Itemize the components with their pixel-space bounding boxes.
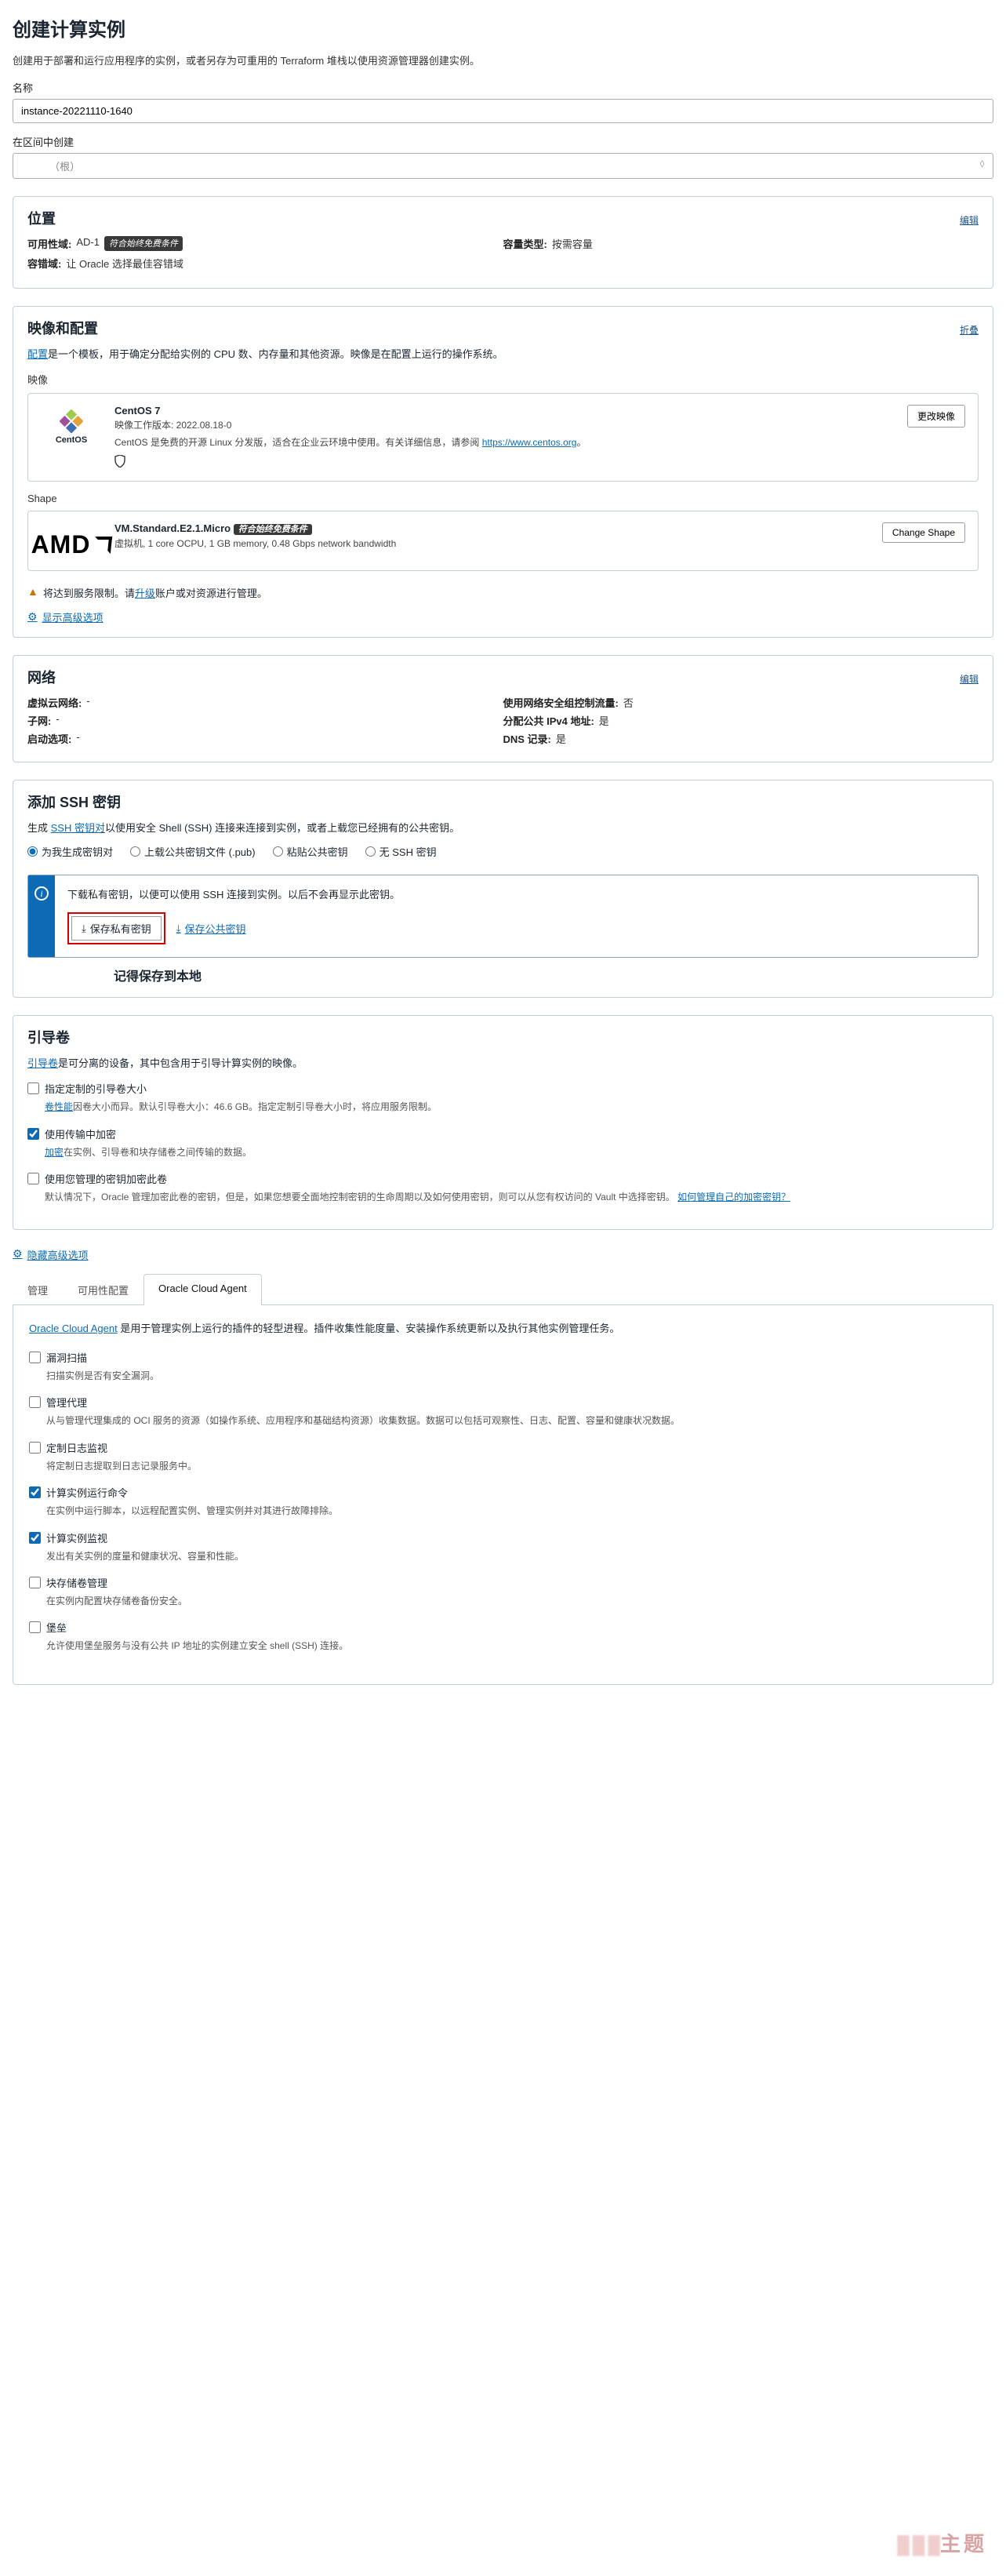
annotation-text: 记得保存到本地 bbox=[114, 966, 979, 984]
download-icon: ⤓ bbox=[82, 922, 86, 935]
shape-tile: AMD VM.Standard.E2.1.Micro 符合始终免费条件 虚拟机,… bbox=[27, 511, 979, 571]
agent-check-5[interactable]: 块存储卷管理 bbox=[29, 1575, 977, 1590]
image-collapse[interactable]: 折叠 bbox=[960, 323, 979, 337]
agent-check-2[interactable]: 定制日志监视 bbox=[29, 1440, 977, 1455]
download-icon: ⤓ bbox=[176, 922, 181, 935]
tab-panel-agent: Oracle Cloud Agent 是用于管理实例上运行的插件的轻型进程。插件… bbox=[13, 1305, 993, 1685]
shape-desc: 虚拟机, 1 core OCPU, 1 GB memory, 0.48 Gbps… bbox=[114, 537, 870, 550]
watermark: ███主题 bbox=[897, 2528, 987, 2557]
agent-check-3[interactable]: 计算实例运行命令 bbox=[29, 1485, 977, 1500]
shape-subhead: Shape bbox=[27, 493, 979, 504]
os-name: CentOS 7 bbox=[114, 405, 895, 417]
save-private-key-highlight: ⤓保存私有密钥 bbox=[67, 912, 165, 944]
hide-advanced-toggle[interactable]: ⚙隐藏高级选项 bbox=[13, 1247, 89, 1262]
network-title: 网络 bbox=[27, 667, 56, 687]
change-shape-button[interactable]: Change Shape bbox=[882, 522, 965, 543]
boot-check-0[interactable]: 指定定制的引导卷大小 bbox=[27, 1081, 979, 1096]
boot-help-link-0[interactable]: 卷性能 bbox=[45, 1101, 73, 1112]
ssh-option-1[interactable]: 上载公共密钥文件 (.pub) bbox=[130, 844, 256, 859]
boot-title: 引导卷 bbox=[27, 1027, 979, 1047]
ssh-keypair-link[interactable]: SSH 密钥对 bbox=[51, 822, 105, 834]
image-tile: CentOS CentOS 7 映像工作版本: 2022.08.18-0 Cen… bbox=[27, 393, 979, 482]
boot-help-link-2[interactable]: 如何管理自己的加密密钥？ bbox=[677, 1192, 790, 1202]
boot-card: 引导卷 引导卷是可分离的设备，其中包含用于引导计算实例的映像。 指定定制的引导卷… bbox=[13, 1015, 993, 1229]
agent-check-6[interactable]: 堡垒 bbox=[29, 1620, 977, 1635]
compartment-label: 在区间中创建 bbox=[13, 134, 993, 149]
page-title: 创建计算实例 bbox=[13, 14, 993, 42]
image-card: 映像和配置 折叠 配置是一个模板，用于确定分配给实例的 CPU 数、内存量和其他… bbox=[13, 306, 993, 638]
sliders-icon: ⚙ bbox=[27, 610, 38, 624]
amd-logo: AMD bbox=[41, 522, 102, 559]
name-label: 名称 bbox=[13, 80, 993, 95]
ssh-option-0[interactable]: 为我生成密钥对 bbox=[27, 844, 113, 859]
ssh-info-box: i 下载私有密钥，以便可以使用 SSH 连接到实例。以后不会再显示此密钥。 ⤓保… bbox=[27, 875, 979, 958]
save-private-key-button[interactable]: ⤓保存私有密钥 bbox=[71, 916, 162, 941]
free-tier-badge: 符合始终免费条件 bbox=[104, 236, 183, 251]
agent-check-0[interactable]: 漏洞扫描 bbox=[29, 1350, 977, 1365]
image-subhead: 映像 bbox=[27, 372, 979, 387]
ssh-option-2[interactable]: 粘贴公共密钥 bbox=[273, 844, 348, 859]
tab-2[interactable]: Oracle Cloud Agent bbox=[143, 1274, 262, 1305]
info-icon: i bbox=[35, 886, 49, 901]
image-title: 映像和配置 bbox=[27, 318, 98, 338]
location-title: 位置 bbox=[27, 208, 56, 228]
instance-name-input[interactable] bbox=[13, 99, 993, 123]
ssh-info-text: 下载私有密钥，以便可以使用 SSH 连接到实例。以后不会再显示此密钥。 bbox=[67, 886, 965, 901]
sliders-icon: ⚙ bbox=[13, 1247, 23, 1262]
boot-volume-link[interactable]: 引导卷 bbox=[27, 1057, 58, 1069]
show-advanced-toggle[interactable]: ⚙显示高级选项 bbox=[27, 609, 104, 624]
free-tier-badge: 符合始终免费条件 bbox=[234, 524, 312, 535]
ssh-title: 添加 SSH 密钥 bbox=[27, 791, 979, 812]
boot-help-link-1[interactable]: 加密 bbox=[45, 1147, 64, 1158]
compartment-select[interactable]: （根） bbox=[13, 153, 993, 179]
network-edit[interactable]: 编辑 bbox=[960, 672, 979, 686]
upgrade-link[interactable]: 升级 bbox=[135, 588, 155, 599]
agent-check-1[interactable]: 管理代理 bbox=[29, 1395, 977, 1410]
shape-link[interactable]: 配置 bbox=[27, 348, 48, 360]
agent-check-4[interactable]: 计算实例监视 bbox=[29, 1530, 977, 1545]
network-card: 网络 编辑 虚拟云网络:-使用网络安全组控制流量:否子网:-分配公共 IPv4 … bbox=[13, 655, 993, 762]
page-lead: 创建用于部署和运行应用程序的实例，或者另存为可重用的 Terraform 堆栈以… bbox=[13, 53, 993, 67]
centos-url[interactable]: https://www.centos.org bbox=[482, 437, 577, 448]
location-edit[interactable]: 编辑 bbox=[960, 213, 979, 227]
shape-name: VM.Standard.E2.1.Micro bbox=[114, 522, 231, 534]
tab-0[interactable]: 管理 bbox=[13, 1274, 63, 1305]
os-build: 映像工作版本: 2022.08.18-0 bbox=[114, 418, 895, 431]
change-image-button[interactable]: 更改映像 bbox=[907, 405, 965, 428]
centos-logo: CentOS bbox=[41, 405, 102, 445]
boot-check-1[interactable]: 使用传输中加密 bbox=[27, 1126, 979, 1141]
ssh-card: 添加 SSH 密钥 生成 SSH 密钥对以使用安全 Shell (SSH) 连接… bbox=[13, 780, 993, 998]
warning-icon: ▲ bbox=[27, 585, 38, 598]
agent-doc-link[interactable]: Oracle Cloud Agent bbox=[29, 1323, 118, 1334]
location-card: 位置 编辑 可用性域:AD-1符合始终免费条件 容量类型:按需容量 容错域:让 … bbox=[13, 196, 993, 289]
ssh-option-3[interactable]: 无 SSH 密钥 bbox=[365, 844, 437, 859]
tab-1[interactable]: 可用性配置 bbox=[63, 1274, 143, 1305]
shield-icon bbox=[114, 455, 895, 470]
save-public-key-button[interactable]: ⤓保存公共密钥 bbox=[176, 921, 246, 936]
boot-check-2[interactable]: 使用您管理的密钥加密此卷 bbox=[27, 1171, 979, 1186]
